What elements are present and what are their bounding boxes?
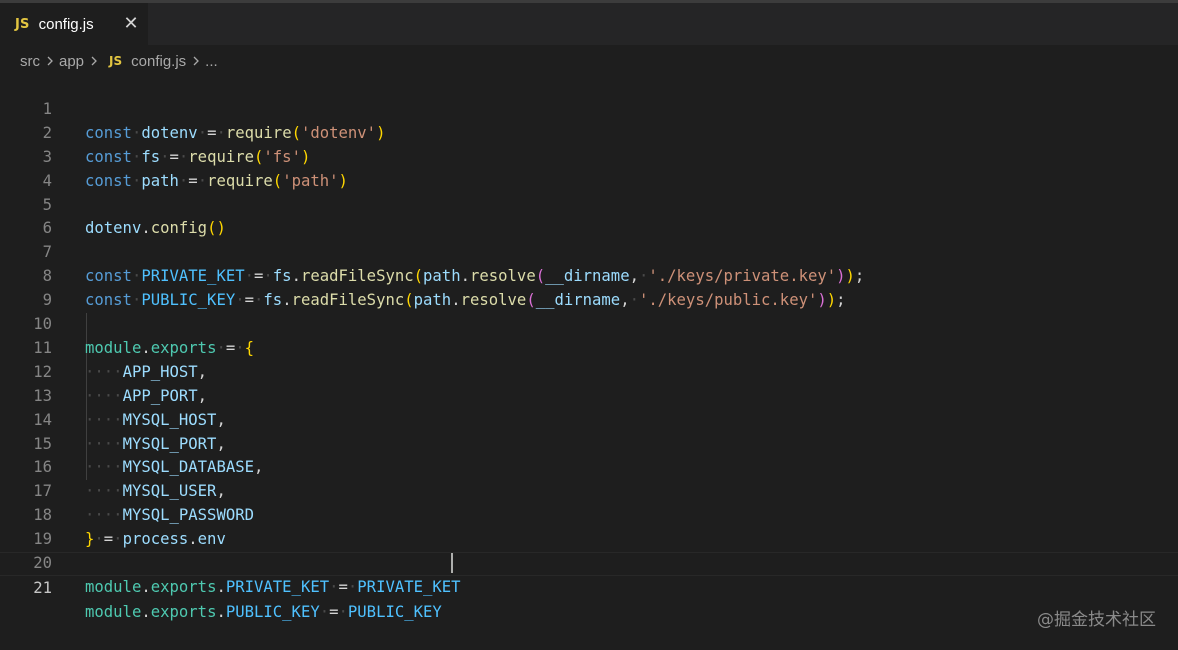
- code-line: 8 const·PUBLIC_KEY·=·fs.readFileSync(pat…: [0, 241, 1178, 309]
- text-cursor: [451, 553, 453, 573]
- code-line: 9: [0, 265, 1178, 309]
- tab-config-js[interactable]: JS config.js ✕: [0, 3, 148, 45]
- code-line: 19: [0, 504, 1178, 548]
- code-text: module.exports.PUBLIC_KEY·=·PUBLIC_KEY: [85, 602, 442, 621]
- breadcrumb-item-file[interactable]: config.js: [131, 53, 186, 70]
- code-line: 7 const·PRIVATE_KET·=·fs.readFileSync(pa…: [0, 217, 1178, 285]
- tab-bar: JS config.js ✕: [0, 3, 1178, 45]
- code-line: 15 ····MYSQL_DATABASE,: [0, 409, 1178, 477]
- code-text: module.exports.PRIVATE_KET·=·PRIVATE_KET: [85, 577, 461, 596]
- close-icon[interactable]: ✕: [120, 13, 142, 35]
- breadcrumb-item-app[interactable]: app: [59, 53, 84, 70]
- code-line: 20 module.exports.PRIVATE_KET·=·PRIVATE_…: [0, 528, 1178, 596]
- line-number: 21: [33, 578, 52, 597]
- code-line: 11 ····APP_HOST,: [0, 313, 1178, 381]
- watermark: @掘金技术社区: [1037, 610, 1156, 630]
- code-line: 2 const·fs·=·require('fs'): [0, 98, 1178, 166]
- code-editor[interactable]: 1 const·dotenv·=·require('dotenv') 2 con…: [0, 74, 1178, 650]
- code-line: 13 ····MYSQL_HOST,: [0, 361, 1178, 429]
- javascript-file-icon: JS: [15, 16, 30, 32]
- breadcrumb-item-src[interactable]: src: [20, 53, 40, 70]
- code-line: 12 ····APP_PORT,: [0, 337, 1178, 405]
- code-line: 1 const·dotenv·=·require('dotenv'): [0, 74, 1178, 142]
- code-line: 3 const·path·=·require('path'): [0, 122, 1178, 190]
- chevron-right-icon: [47, 56, 53, 66]
- code-line: 10 module.exports·=·{: [0, 289, 1178, 357]
- code-line: 17 ····MYSQL_PASSWORD: [0, 456, 1178, 524]
- tab-label: config.js: [38, 15, 94, 33]
- breadcrumb: src app JS config.js ...: [20, 50, 218, 72]
- code-line: 18 }·=·process.env: [0, 480, 1178, 548]
- chevron-right-icon: [91, 56, 97, 66]
- code-line: 5 dotenv.config(): [0, 170, 1178, 238]
- code-line: 16 ····MYSQL_USER,: [0, 433, 1178, 500]
- javascript-file-icon: JS: [109, 54, 123, 68]
- code-line: 4: [0, 146, 1178, 190]
- code-line-current: 21 module.exports.PUBLIC_KEY·=·PUBLIC_KE…: [0, 552, 1178, 621]
- chevron-right-icon: [193, 56, 200, 66]
- code-line: 14 ····MYSQL_PORT,: [0, 385, 1178, 453]
- breadcrumb-item-symbols[interactable]: ...: [205, 53, 218, 70]
- code-line: 6: [0, 194, 1178, 237]
